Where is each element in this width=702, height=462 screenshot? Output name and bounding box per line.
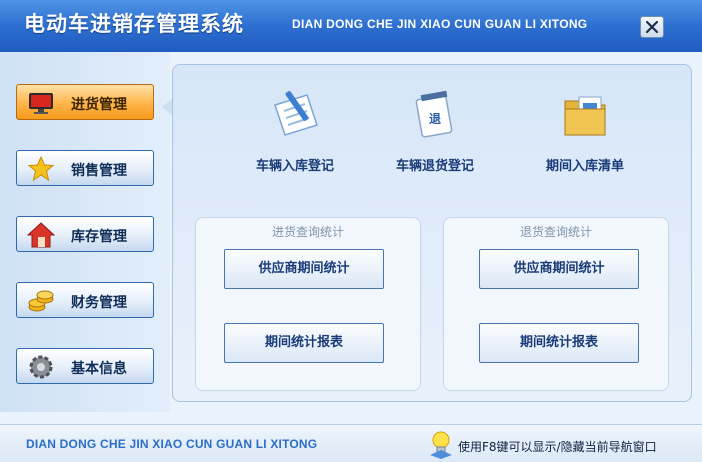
calendar-icon: 退 <box>415 90 453 138</box>
vehicle-return-register[interactable]: 退 车辆退货登记 <box>383 87 487 174</box>
tool-label: 车辆退货登记 <box>395 159 474 174</box>
group-title: 进货查询统计 <box>271 225 344 239</box>
star-icon <box>27 155 55 182</box>
main-panel: 车辆入库登记 退 车辆退货登记 期间入库清单 进货查询统计 供应商期间统计 期间… <box>172 64 692 402</box>
supplier-period-stats-button[interactable]: 供应商期间统计 <box>479 249 639 289</box>
app-subtitle: DIAN DONG CHE JIN XIAO CUN GUAN LI XITON… <box>292 17 588 31</box>
sidebar-item-label: 进货管理 <box>71 97 127 113</box>
app-title: 电动车进销存管理系统 <box>24 12 244 36</box>
document-pencil-icon <box>274 91 318 136</box>
hint-text: 使用F8键可以显示/隐藏当前导航窗口 <box>458 440 657 454</box>
tool-label: 车辆入库登记 <box>255 159 334 174</box>
lightbulb-icon <box>430 431 452 459</box>
status-bar: DIAN DONG CHE JIN XIAO CUN GUAN LI XITON… <box>0 424 702 462</box>
sidebar-item-label: 财务管理 <box>71 295 127 311</box>
vehicle-inbound-register[interactable]: 车辆入库登记 <box>243 87 347 174</box>
sidebar-item-basic-info[interactable]: 基本信息 <box>16 348 154 384</box>
sidebar-item-label: 销售管理 <box>71 163 127 179</box>
footer-text: DIAN DONG CHE JIN XIAO CUN GUAN LI XITON… <box>26 437 318 451</box>
house-icon <box>27 222 55 248</box>
return-query-group: 退货查询统计 供应商期间统计 期间统计报表 <box>443 217 669 391</box>
period-stats-report-button[interactable]: 期间统计报表 <box>479 323 639 363</box>
period-stats-report-button[interactable]: 期间统计报表 <box>224 323 384 363</box>
period-inbound-list[interactable]: 期间入库清单 <box>533 87 637 174</box>
tool-label: 期间入库清单 <box>545 159 624 174</box>
app-window: 电动车进销存管理系统 DIAN DONG CHE JIN XIAO CUN GU… <box>0 0 702 462</box>
sidebar-item-label: 库存管理 <box>71 229 127 245</box>
title-bar: 电动车进销存管理系统 DIAN DONG CHE JIN XIAO CUN GU… <box>0 0 702 52</box>
folder-icon <box>564 96 606 136</box>
close-button[interactable] <box>640 16 664 38</box>
sidebar-item-finance[interactable]: 财务管理 <box>16 282 154 318</box>
sidebar-item-label: 基本信息 <box>71 361 127 377</box>
coins-icon <box>28 290 54 312</box>
gear-icon <box>29 355 53 379</box>
sidebar-item-purchase[interactable]: 进货管理 <box>16 84 154 120</box>
sidebar-item-inventory[interactable]: 库存管理 <box>16 216 154 252</box>
close-icon <box>646 21 658 33</box>
sidebar-item-sales[interactable]: 销售管理 <box>16 150 154 186</box>
supplier-period-stats-button[interactable]: 供应商期间统计 <box>224 249 384 289</box>
svg-text:退: 退 <box>429 112 441 126</box>
purchase-query-group: 进货查询统计 供应商期间统计 期间统计报表 <box>195 217 421 391</box>
group-title: 退货查询统计 <box>519 225 592 239</box>
monitor-icon <box>29 93 53 114</box>
sidebar: 进货管理 销售管理 库存管理 财务管理 基本信息 <box>0 52 170 412</box>
